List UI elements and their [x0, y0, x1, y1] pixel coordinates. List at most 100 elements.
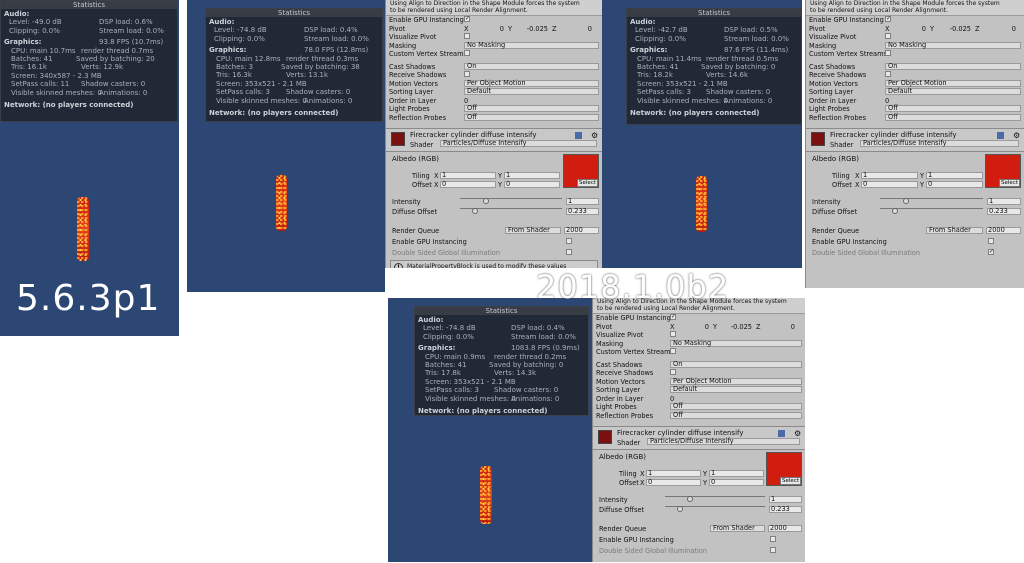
gear-icon[interactable]: ⚙ — [1013, 131, 1020, 140]
sorting-layer-dropdown[interactable]: Default — [464, 88, 599, 95]
gear-icon[interactable]: ⚙ — [591, 131, 598, 140]
gear-icon[interactable]: ⚙ — [794, 429, 801, 438]
motion-vectors-dropdown[interactable]: Per Object Motion — [670, 377, 802, 385]
diffuse-offset-slider-handle[interactable] — [677, 506, 683, 512]
receive-shadows-checkbox[interactable] — [464, 71, 470, 77]
render-queue-mode-dropdown[interactable]: From Shader — [926, 227, 983, 234]
intensity-slider-handle[interactable] — [687, 496, 693, 502]
motion-vectors-dropdown[interactable]: Per Object Motion — [464, 79, 599, 87]
pivot-x-field[interactable]: 0 — [893, 25, 926, 34]
stat-render: render thread 0.3ms — [286, 54, 359, 63]
visualize-pivot-checkbox[interactable] — [885, 33, 891, 39]
tiling-x-field[interactable]: 1 — [646, 470, 701, 477]
double-sided-gi-checkbox[interactable] — [566, 249, 572, 255]
offset-x-field[interactable]: 0 — [440, 181, 496, 188]
cast-shadows-dropdown[interactable]: On — [464, 62, 599, 70]
motion-vectors-dropdown[interactable]: Per Object Motion — [885, 79, 1021, 87]
material-header[interactable]: Firecracker cylinder diffuse intensify Sh… — [386, 128, 602, 152]
custom-vertex-streams-checkbox[interactable] — [464, 50, 470, 56]
pivot-x-field[interactable]: 0 — [472, 25, 504, 34]
intensity-slider-handle[interactable] — [483, 198, 489, 204]
sorting-layer-dropdown[interactable]: Default — [670, 386, 802, 393]
reflection-probes-dropdown[interactable]: Off — [670, 411, 802, 419]
pivot-z-field[interactable]: 0 — [560, 25, 592, 34]
render-queue-mode-dropdown[interactable]: From Shader — [710, 525, 765, 532]
book-icon[interactable] — [997, 132, 1004, 139]
offset-x-field[interactable]: 0 — [646, 479, 701, 486]
receive-shadows-checkbox[interactable] — [885, 71, 891, 77]
diffuse-offset-slider-handle[interactable] — [472, 208, 478, 214]
material-gpu-instancing-checkbox[interactable] — [770, 536, 776, 542]
intensity-field[interactable]: 1 — [987, 198, 1021, 205]
material-gpu-instancing-checkbox[interactable] — [988, 238, 994, 244]
offset-y-field[interactable]: 0 — [504, 181, 560, 188]
pivot-y-field[interactable]: -0.025 — [938, 25, 971, 34]
material-header[interactable]: Firecracker cylinder diffuse intensify Sh… — [593, 426, 805, 450]
receive-shadows-checkbox[interactable] — [670, 369, 676, 375]
visualize-pivot-checkbox[interactable] — [464, 33, 470, 39]
diffuse-offset-field[interactable]: 0.233 — [769, 506, 802, 513]
cast-shadows-dropdown[interactable]: On — [670, 360, 802, 368]
offset-y-field[interactable]: 0 — [926, 181, 983, 188]
tiling-y-field[interactable]: 1 — [709, 470, 764, 477]
material-header[interactable]: Firecracker cylinder diffuse intensify Sh… — [806, 128, 1024, 152]
stat-tris: Tris: 16.1k — [11, 63, 47, 72]
reflection-probes-dropdown[interactable]: Off — [464, 113, 599, 121]
visualize-pivot-checkbox[interactable] — [670, 331, 676, 337]
enable-gpu-instancing-checkbox[interactable] — [670, 313, 676, 322]
intensity-slider-handle[interactable] — [903, 198, 909, 204]
offset-y-field[interactable]: 0 — [709, 479, 764, 486]
pivot-y-field[interactable]: -0.025 — [516, 25, 548, 34]
intensity-field[interactable]: 1 — [566, 198, 599, 205]
cast-shadows-dropdown[interactable]: On — [885, 62, 1021, 70]
double-sided-gi-checkbox[interactable] — [988, 248, 994, 257]
diffuse-offset-slider[interactable] — [880, 208, 983, 214]
diffuse-offset-slider[interactable] — [665, 506, 765, 512]
masking-dropdown[interactable]: No Masking — [885, 41, 1021, 49]
custom-vertex-streams-checkbox[interactable] — [670, 348, 676, 354]
offset-x-field[interactable]: 0 — [861, 181, 918, 188]
light-probes-dropdown[interactable]: Off — [885, 105, 1021, 112]
shader-dropdown[interactable]: Particles/Diffuse Intensify — [860, 140, 1019, 147]
diffuse-offset-slider-handle[interactable] — [892, 208, 898, 214]
book-icon[interactable] — [778, 430, 785, 437]
align-warning-box: Using Align to Direction in the Shape Mo… — [386, 0, 602, 16]
diffuse-offset-field[interactable]: 0.233 — [987, 208, 1021, 215]
enable-gpu-instancing-checkbox[interactable] — [885, 15, 891, 24]
pivot-y-field[interactable]: -0.025 — [721, 323, 752, 332]
light-probes-dropdown[interactable]: Off — [464, 105, 599, 112]
diffuse-offset-field[interactable]: 0.233 — [566, 208, 599, 215]
pivot-z-field[interactable]: 0 — [764, 323, 795, 332]
reflection-probes-dropdown[interactable]: Off — [885, 113, 1021, 121]
pivot-y-label: Y — [508, 24, 513, 33]
tiling-x-field[interactable]: 1 — [440, 172, 496, 179]
material-gpu-instancing-checkbox[interactable] — [566, 238, 572, 244]
diffuse-offset-slider[interactable] — [460, 208, 562, 214]
render-queue-field[interactable]: 2000 — [986, 227, 1021, 234]
stats-row: CPU: main 12.8ms render thread 0.3ms — [206, 55, 382, 63]
render-queue-mode-dropdown[interactable]: From Shader — [505, 227, 561, 234]
intensity-slider[interactable] — [880, 198, 983, 204]
tiling-y-field[interactable]: 1 — [504, 172, 560, 179]
tiling-y-field[interactable]: 1 — [926, 172, 983, 179]
masking-dropdown[interactable]: No Masking — [464, 41, 599, 49]
intensity-slider[interactable] — [665, 496, 765, 502]
render-queue-field[interactable]: 2000 — [768, 525, 802, 532]
enable-gpu-instancing-checkbox[interactable] — [464, 15, 470, 24]
pivot-z-field[interactable]: 0 — [983, 25, 1016, 34]
intensity-slider[interactable] — [460, 198, 562, 204]
shader-dropdown[interactable]: Particles/Diffuse Intensify — [647, 438, 800, 445]
double-sided-gi-checkbox[interactable] — [770, 547, 776, 553]
tiling-x-field[interactable]: 1 — [861, 172, 918, 179]
masking-dropdown[interactable]: No Masking — [670, 339, 802, 347]
render-queue-field[interactable]: 2000 — [564, 227, 599, 234]
sorting-layer-dropdown[interactable]: Default — [885, 88, 1021, 95]
light-probes-dropdown[interactable]: Off — [670, 403, 802, 410]
book-icon[interactable] — [575, 132, 582, 139]
stats-row: Level: -49.0 dB DSP load: 0.6% — [1, 18, 177, 26]
pivot-x-field[interactable]: 0 — [678, 323, 709, 332]
shader-dropdown[interactable]: Particles/Diffuse Intensify — [440, 140, 597, 147]
custom-vertex-streams-checkbox[interactable] — [885, 50, 891, 56]
intensity-field[interactable]: 1 — [769, 496, 802, 503]
inspector-panel: Using Align to Direction in the Shape Mo… — [805, 0, 1024, 288]
